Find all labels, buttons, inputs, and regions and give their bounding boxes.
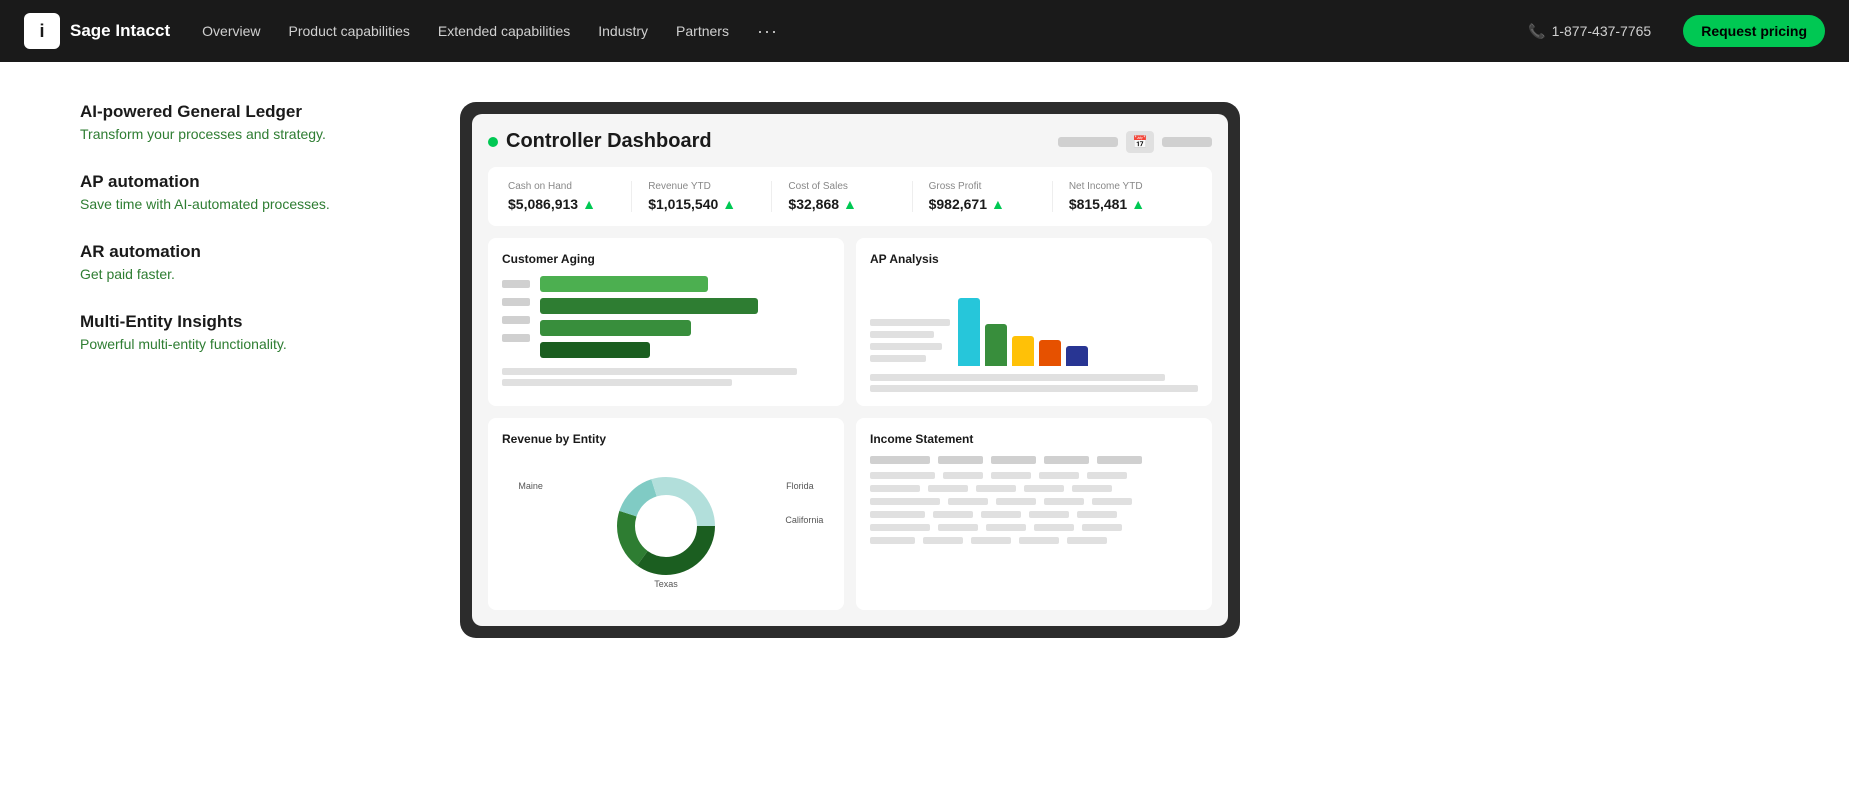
ctrl-placeholder-1: [1058, 137, 1118, 147]
kpi-arrow-0: ▲: [582, 196, 596, 212]
ap-bar-5: [1066, 346, 1088, 366]
revenue-entity-chart: Revenue by Entity Maine Florida: [488, 418, 844, 610]
request-pricing-button[interactable]: Request pricing: [1683, 15, 1825, 47]
dashboard-title: Controller Dashboard: [506, 130, 712, 153]
donut-chart: Maine Florida California Texas: [502, 456, 830, 596]
sidebar-item-ap[interactable]: AP automation Save time with AI-automate…: [80, 172, 400, 212]
sidebar-gl-title: AI-powered General Ledger: [80, 102, 400, 122]
nav-partners[interactable]: Partners: [676, 23, 729, 39]
nav-more-dots[interactable]: ···: [757, 21, 778, 42]
nav-overview[interactable]: Overview: [202, 23, 260, 39]
nav-product-capabilities[interactable]: Product capabilities: [289, 23, 410, 39]
phone-icon: 📞: [1528, 23, 1545, 40]
ap-bar-1: [958, 298, 980, 366]
calendar-icon[interactable]: 📅: [1126, 131, 1154, 153]
navbar: i Sage Intacct Overview Product capabili…: [0, 0, 1849, 62]
kpi-revenue-ytd: Revenue YTD $1,015,540 ▲: [632, 181, 772, 212]
ctrl-placeholder-2: [1162, 137, 1212, 147]
nav-phone: 📞 1-877-437-7765: [1528, 23, 1651, 40]
charts-row-2: Revenue by Entity Maine Florida: [488, 418, 1212, 610]
sidebar-ap-desc: Save time with AI-automated processes.: [80, 196, 400, 212]
income-row: [870, 472, 1198, 479]
dashboard-panel: Controller Dashboard 📅 Cash on Hand $5,0…: [460, 102, 1240, 638]
kpi-net-income-ytd: Net Income YTD $815,481 ▲: [1053, 181, 1192, 212]
donut-label-california: California: [785, 515, 823, 525]
aging-label-4: [502, 334, 530, 342]
sidebar-ar-title: AR automation: [80, 242, 400, 262]
income-row: [870, 511, 1198, 518]
sidebar-ar-desc: Get paid faster.: [80, 266, 400, 282]
ap-bar-3: [1012, 336, 1034, 366]
income-row: [870, 498, 1198, 505]
aging-label-3: [502, 316, 530, 324]
sidebar: AI-powered General Ledger Transform your…: [80, 102, 400, 382]
kpi-arrow-2: ▲: [843, 196, 857, 212]
status-dot: [488, 137, 498, 147]
logo-icon: i: [24, 13, 60, 49]
dashboard-header: Controller Dashboard 📅: [488, 130, 1212, 153]
charts-row-1: Customer Aging: [488, 238, 1212, 406]
logo[interactable]: i Sage Intacct: [24, 13, 170, 49]
dashboard-inner: Controller Dashboard 📅 Cash on Hand $5,0…: [472, 114, 1228, 626]
sidebar-me-desc: Powerful multi-entity functionality.: [80, 336, 400, 352]
kpi-arrow-1: ▲: [722, 196, 736, 212]
sidebar-ap-title: AP automation: [80, 172, 400, 192]
ap-bar-2: [985, 324, 1007, 366]
kpi-arrow-3: ▲: [991, 196, 1005, 212]
income-statement-chart: Income Statement: [856, 418, 1212, 610]
dashboard-controls: 📅: [1058, 131, 1212, 153]
donut-label-florida: Florida: [786, 481, 814, 491]
aging-row-1: [540, 276, 830, 292]
donut-label-texas: Texas: [654, 579, 678, 589]
sidebar-item-ar[interactable]: AR automation Get paid faster.: [80, 242, 400, 282]
aging-row-2: [540, 298, 830, 314]
aging-row-4: [540, 342, 830, 358]
aging-label-1: [502, 280, 530, 288]
kpi-cost-of-sales: Cost of Sales $32,868 ▲: [772, 181, 912, 212]
ap-bar-4: [1039, 340, 1061, 366]
nav-industry[interactable]: Industry: [598, 23, 648, 39]
nav-extended-capabilities[interactable]: Extended capabilities: [438, 23, 570, 39]
donut-svg: [606, 466, 726, 586]
main-content: AI-powered General Ledger Transform your…: [0, 62, 1849, 678]
sidebar-item-gl[interactable]: AI-powered General Ledger Transform your…: [80, 102, 400, 142]
nav-links: Overview Product capabilities Extended c…: [202, 21, 1496, 42]
donut-label-maine: Maine: [518, 481, 543, 491]
sidebar-gl-desc: Transform your processes and strategy.: [80, 126, 400, 142]
aging-label-2: [502, 298, 530, 306]
income-row: [870, 537, 1198, 544]
income-row: [870, 524, 1198, 531]
aging-row-3: [540, 320, 830, 336]
aging-bars: [540, 276, 830, 358]
sidebar-me-title: Multi-Entity Insights: [80, 312, 400, 332]
kpi-arrow-4: ▲: [1131, 196, 1145, 212]
customer-aging-chart: Customer Aging: [488, 238, 844, 406]
logo-text: Sage Intacct: [70, 21, 170, 41]
kpi-gross-profit: Gross Profit $982,671 ▲: [913, 181, 1053, 212]
income-row: [870, 485, 1198, 492]
dashboard-title-row: Controller Dashboard: [488, 130, 712, 153]
income-rows: [870, 472, 1198, 544]
kpi-row: Cash on Hand $5,086,913 ▲ Revenue YTD $1…: [488, 167, 1212, 226]
ap-analysis-chart: AP Analysis: [856, 238, 1212, 406]
kpi-cash-on-hand: Cash on Hand $5,086,913 ▲: [508, 181, 632, 212]
sidebar-item-multi-entity[interactable]: Multi-Entity Insights Powerful multi-ent…: [80, 312, 400, 352]
